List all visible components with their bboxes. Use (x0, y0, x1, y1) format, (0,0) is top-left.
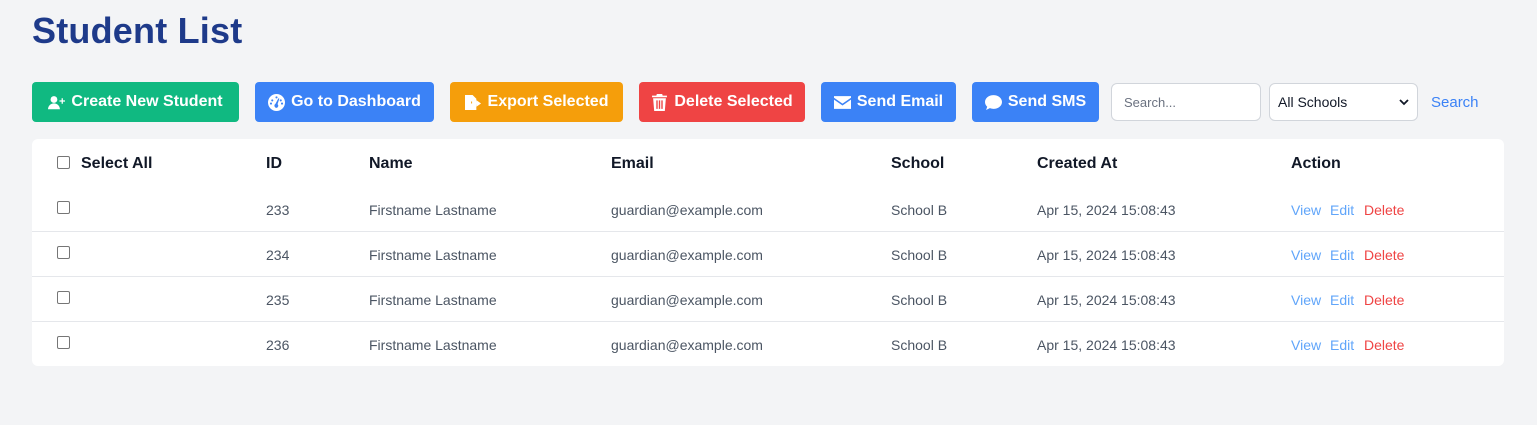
edit-link[interactable]: Edit (1330, 202, 1354, 218)
table-header: Select All ID Name Email School Created … (32, 139, 1504, 187)
cell-created-at: Apr 15, 2024 15:08:43 (1037, 337, 1176, 353)
table-row: 235 Firstname Lastname guardian@example.… (32, 277, 1504, 322)
row-checkbox[interactable] (57, 201, 70, 214)
delete-link[interactable]: Delete (1364, 337, 1404, 353)
send-sms-button[interactable]: Send SMS (972, 82, 1099, 122)
header-created-at: Created At (1037, 155, 1118, 172)
cell-school: School B (891, 337, 948, 353)
view-link[interactable]: View (1291, 202, 1321, 218)
create-student-button[interactable]: Create New Student (32, 82, 239, 122)
cell-id: 234 (266, 247, 290, 263)
cell-email: guardian@example.com (611, 202, 763, 218)
table-row: 234 Firstname Lastname guardian@example.… (32, 232, 1504, 277)
gauge-icon (268, 93, 286, 111)
select-all-checkbox[interactable] (57, 156, 70, 169)
delete-link[interactable]: Delete (1364, 247, 1404, 263)
search-link[interactable]: Search (1431, 94, 1479, 111)
cell-id: 235 (266, 292, 290, 308)
send-sms-label: Send SMS (1007, 93, 1087, 110)
view-link[interactable]: View (1291, 337, 1321, 353)
table-row: 233 Firstname Lastname guardian@example.… (32, 187, 1504, 232)
cell-email: guardian@example.com (611, 337, 763, 353)
delete-selected-label: Delete Selected (674, 93, 793, 110)
cell-name: Firstname Lastname (369, 292, 497, 308)
header-school: School (891, 155, 945, 172)
header-email: Email (611, 155, 654, 172)
row-checkbox[interactable] (57, 336, 70, 349)
cell-created-at: Apr 15, 2024 15:08:43 (1037, 202, 1176, 218)
cell-name: Firstname Lastname (369, 202, 497, 218)
delete-link[interactable]: Delete (1364, 202, 1404, 218)
cell-school: School B (891, 202, 948, 218)
chevron-down-icon (1399, 99, 1409, 106)
dashboard-button[interactable]: Go to Dashboard (255, 82, 434, 122)
user-plus-icon (48, 95, 66, 109)
student-table: Select All ID Name Email School Created … (32, 139, 1504, 366)
send-email-button[interactable]: Send Email (821, 82, 956, 122)
edit-link[interactable]: Edit (1330, 292, 1354, 308)
cell-id: 236 (266, 337, 290, 353)
table-row: 236 Firstname Lastname guardian@example.… (32, 322, 1504, 366)
header-name: Name (369, 155, 413, 172)
cell-name: Firstname Lastname (369, 337, 497, 353)
edit-link[interactable]: Edit (1330, 247, 1354, 263)
school-filter-value: All Schools (1278, 94, 1348, 110)
cell-id: 233 (266, 202, 290, 218)
cell-school: School B (891, 247, 948, 263)
school-filter-select[interactable]: All Schools (1269, 83, 1418, 121)
cell-created-at: Apr 15, 2024 15:08:43 (1037, 292, 1176, 308)
row-checkbox[interactable] (57, 246, 70, 259)
export-selected-button[interactable]: Export Selected (450, 82, 623, 122)
view-link[interactable]: View (1291, 292, 1321, 308)
envelope-icon (833, 95, 851, 109)
cell-email: guardian@example.com (611, 247, 763, 263)
send-email-label: Send Email (856, 93, 944, 110)
file-export-icon (464, 94, 481, 110)
cell-email: guardian@example.com (611, 292, 763, 308)
edit-link[interactable]: Edit (1330, 337, 1354, 353)
header-action: Action (1291, 155, 1341, 172)
cell-name: Firstname Lastname (369, 247, 497, 263)
view-link[interactable]: View (1291, 247, 1321, 263)
page-title: Student List (32, 10, 243, 51)
sms-bubble-icon (984, 94, 1002, 110)
delete-link[interactable]: Delete (1364, 292, 1404, 308)
header-id: ID (266, 155, 282, 172)
delete-selected-button[interactable]: Delete Selected (639, 82, 805, 122)
dashboard-label: Go to Dashboard (291, 93, 421, 110)
export-selected-label: Export Selected (487, 93, 609, 110)
cell-school: School B (891, 292, 948, 308)
cell-created-at: Apr 15, 2024 15:08:43 (1037, 247, 1176, 263)
trash-icon (652, 93, 668, 111)
toolbar: Create New Student Go to Dashboard Expor… (32, 82, 1479, 122)
row-checkbox[interactable] (57, 291, 70, 304)
create-student-label: Create New Student (71, 93, 223, 110)
header-select-all: Select All (81, 155, 153, 172)
search-input[interactable] (1111, 83, 1261, 121)
